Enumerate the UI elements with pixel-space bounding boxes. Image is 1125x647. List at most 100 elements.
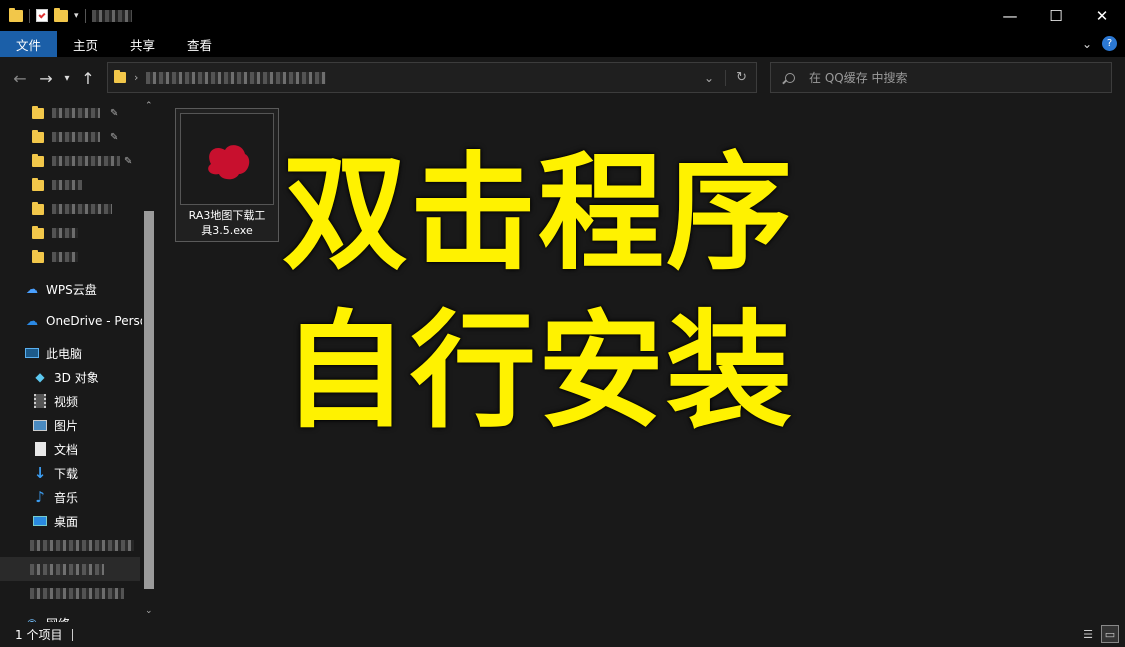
status-divider [72, 628, 74, 641]
cube-icon: ◆ [35, 370, 45, 384]
recent-locations-icon[interactable]: ▾ [61, 73, 73, 84]
overlay-line: 双击程序 [282, 140, 794, 287]
blurred-label [30, 587, 124, 599]
view-switcher: ☰ ▭ [1079, 625, 1119, 643]
sidebar-item-3d-objects[interactable]: ◆ 3D 对象 [0, 365, 98, 389]
window-controls: — ☐ ✕ [987, 0, 1125, 31]
sidebar-item-downloads[interactable]: ↓ 下载 [0, 461, 78, 485]
ribbon-tabs: 文件 主页 共享 查看 ⌄ ? [0, 31, 1125, 57]
navigation-bar: ← → ▾ ↑ › ⌄ ↻ 在 QQ缓存 中搜索 [0, 57, 1125, 101]
scrollbar-thumb[interactable] [144, 211, 154, 589]
download-arrow-icon: ↓ [33, 464, 47, 482]
blurred-label [52, 156, 120, 166]
sidebar-item-this-pc[interactable]: 此电脑 [0, 341, 82, 365]
scroll-up-arrow-icon[interactable]: ⌃ [145, 101, 153, 111]
document-icon [32, 441, 48, 457]
quick-access-item[interactable]: ✎ [0, 101, 118, 125]
divider [29, 8, 30, 23]
blurred-label [52, 180, 82, 190]
blurred-label [52, 204, 112, 214]
onedrive-icon: ☁ [26, 314, 38, 328]
close-button[interactable]: ✕ [1079, 0, 1125, 31]
desktop-icon [32, 513, 48, 529]
sidebar-item-label: WPS云盘 [46, 282, 97, 297]
back-arrow-icon[interactable]: ← [9, 69, 31, 88]
forward-arrow-icon[interactable]: → [35, 69, 57, 88]
sidebar-item-wps-cloud[interactable]: ☁ WPS云盘 [0, 277, 97, 301]
folder-icon [32, 201, 44, 215]
tab-share[interactable]: 共享 [114, 31, 171, 57]
up-arrow-icon[interactable]: ↑ [77, 69, 99, 88]
cloud-icon: ☁ [26, 282, 38, 296]
sidebar-item-label: 下载 [54, 466, 79, 481]
sidebar-item-drive[interactable] [0, 557, 140, 581]
sidebar-item-desktop[interactable]: 桌面 [0, 509, 78, 533]
properties-icon[interactable] [36, 9, 48, 22]
address-divider [725, 70, 726, 86]
sidebar-item-label: 网络 [46, 615, 70, 623]
pin-icon: ✎ [110, 107, 119, 119]
quick-access-item[interactable] [0, 173, 82, 197]
divider [84, 8, 86, 23]
sidebar-item-label: 文档 [54, 442, 79, 457]
maximize-button[interactable]: ☐ [1033, 0, 1079, 31]
music-note-icon: ♪ [35, 488, 45, 506]
sidebar-item-label: 此电脑 [46, 346, 83, 361]
tab-file[interactable]: 文件 [0, 31, 57, 57]
new-folder-icon[interactable] [54, 7, 68, 22]
sidebar-item-drive[interactable] [0, 533, 134, 557]
minimize-button[interactable]: — [987, 0, 1033, 31]
tab-view[interactable]: 查看 [171, 31, 228, 57]
sidebar-item-drive[interactable] [0, 581, 124, 605]
quick-access-item[interactable]: ✎ [0, 149, 132, 173]
overlay-line: 自行安装 [282, 298, 794, 445]
large-icons-view-icon[interactable]: ▭ [1101, 625, 1119, 643]
blurred-label [52, 132, 100, 142]
address-dropdown-icon[interactable]: ⌄ [704, 71, 714, 85]
folder-icon [32, 177, 44, 191]
folder-icon [114, 70, 126, 83]
folder-icon[interactable] [9, 7, 23, 22]
network-icon: ◉ [24, 615, 40, 622]
sidebar-item-onedrive[interactable]: ☁ OneDrive - Perso [0, 309, 147, 333]
blurred-label [30, 563, 104, 575]
pin-icon: ✎ [110, 131, 119, 143]
address-bar[interactable]: › ⌄ ↻ [107, 62, 757, 93]
search-placeholder: 在 QQ缓存 中搜索 [809, 71, 908, 85]
status-bar: 1 个项目 ☰ ▭ [0, 622, 1125, 647]
search-box[interactable]: 在 QQ缓存 中搜索 [770, 62, 1112, 93]
overlay-caption: 双击程序 自行安装 [158, 135, 918, 451]
blurred-label [52, 228, 78, 238]
breadcrumb-path-blurred [146, 71, 327, 84]
sidebar-item-label: OneDrive - Perso [46, 314, 148, 328]
blurred-label [52, 108, 100, 118]
sidebar-item-network[interactable]: ◉ 网络 [0, 611, 70, 622]
quick-access-item[interactable] [0, 245, 78, 269]
customize-toolbar-icon[interactable]: ▾ [74, 11, 79, 21]
quick-access-item[interactable] [0, 197, 112, 221]
scroll-down-arrow-icon[interactable]: ⌄ [145, 606, 153, 616]
sidebar-item-documents[interactable]: 文档 [0, 437, 78, 461]
refresh-icon[interactable]: ↻ [736, 70, 747, 85]
sidebar-item-pictures[interactable]: 图片 [0, 413, 78, 437]
title-bar: ▾ — ☐ ✕ [0, 0, 1125, 31]
window-title-blurred [91, 9, 132, 22]
details-view-icon[interactable]: ☰ [1079, 625, 1097, 643]
sidebar-item-label: 桌面 [54, 514, 79, 529]
sidebar-scrollbar[interactable]: ⌃ ⌄ [142, 101, 156, 622]
sidebar-item-videos[interactable]: 视频 [0, 389, 78, 413]
sidebar-item-music[interactable]: ♪ 音乐 [0, 485, 78, 509]
folder-icon [32, 105, 44, 119]
folder-icon [32, 153, 44, 167]
help-icon[interactable]: ? [1102, 36, 1117, 51]
item-count: 1 个项目 [15, 628, 63, 642]
quick-access-item[interactable]: ✎ [0, 125, 118, 149]
sidebar-item-label: 图片 [54, 418, 79, 433]
tab-home[interactable]: 主页 [57, 31, 114, 57]
quick-access-item[interactable] [0, 221, 78, 245]
expand-ribbon-icon[interactable]: ⌄ [1082, 37, 1092, 51]
folder-icon [32, 249, 44, 263]
ribbon-right-controls: ⌄ ? [1082, 36, 1117, 51]
breadcrumb-chevron-icon: › [134, 71, 139, 84]
navigation-pane: ✎ ✎ ✎ ☁ WPS云盘 ☁ OneDrive - Perso 此电脑 ◆ 3… [0, 101, 158, 622]
